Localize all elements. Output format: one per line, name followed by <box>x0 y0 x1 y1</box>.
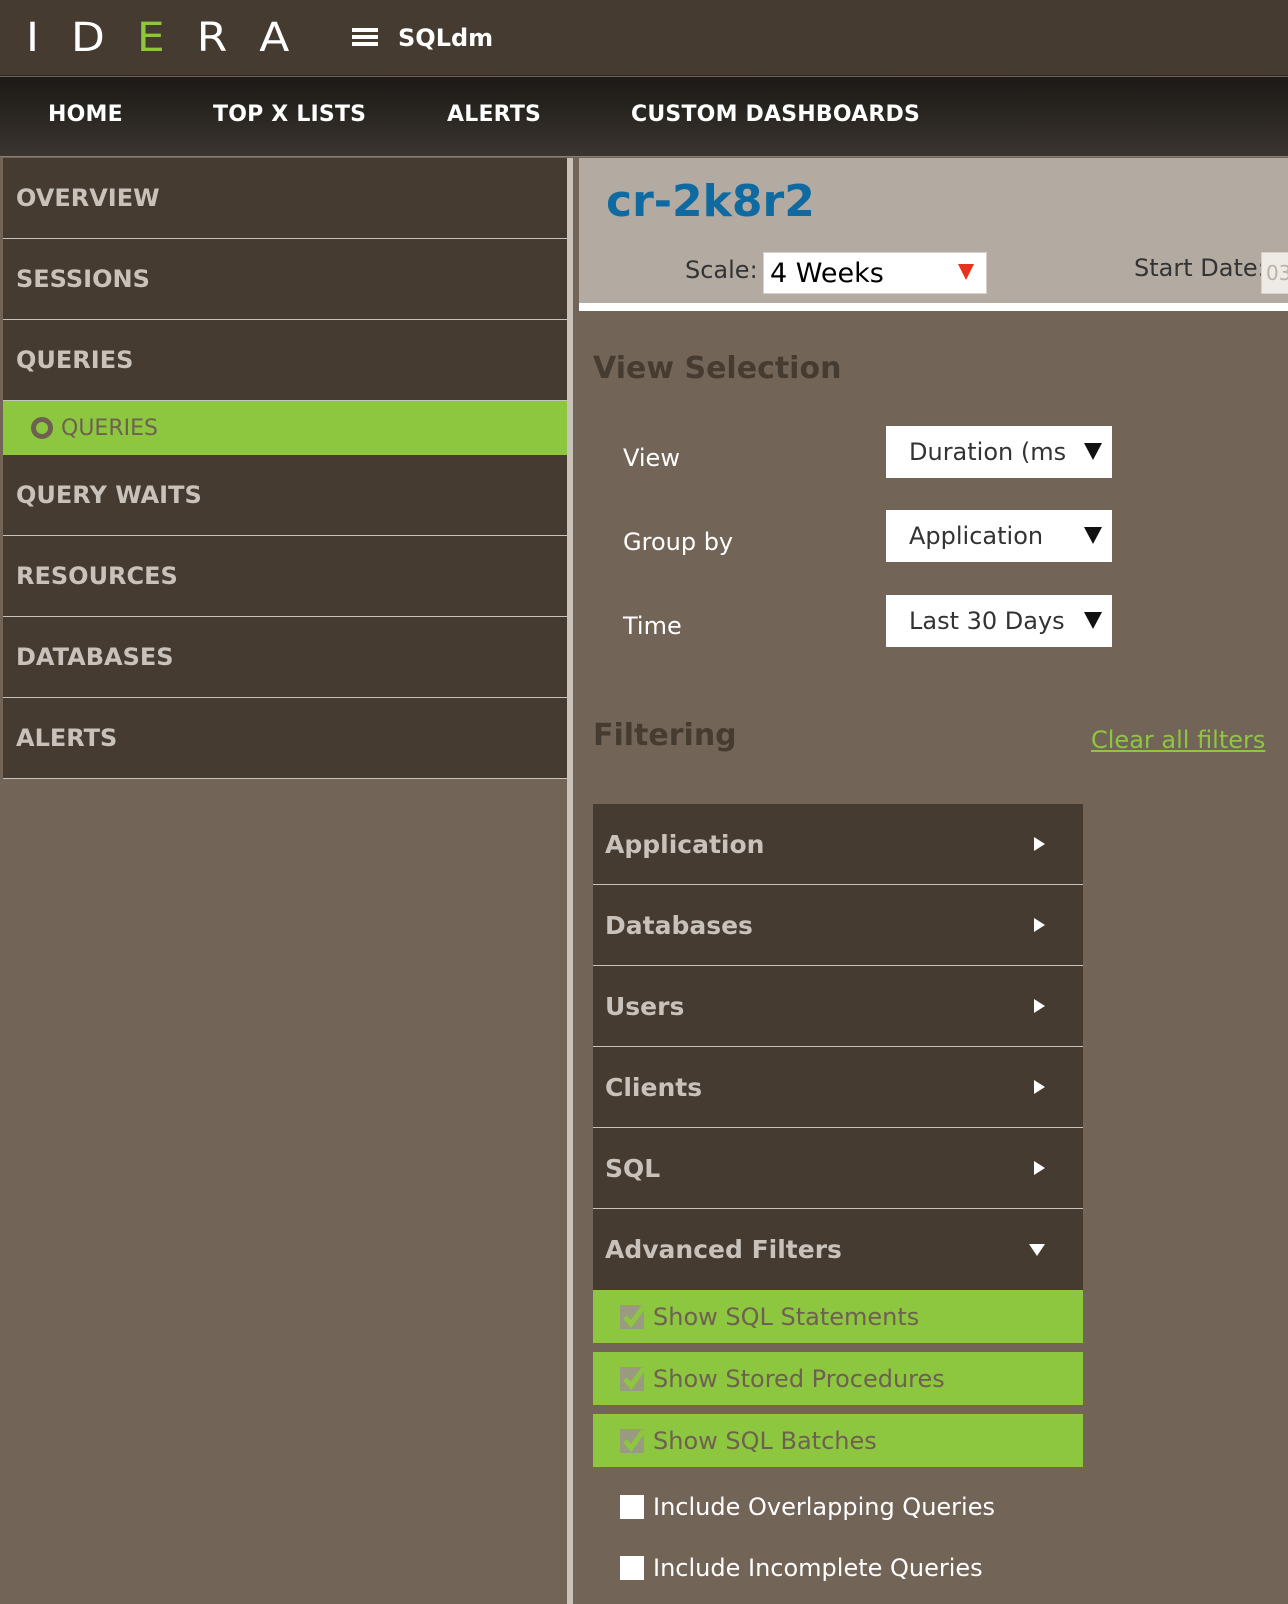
sidebar-item-databases[interactable]: DATABASES <box>3 617 567 698</box>
checkbox-checked-icon[interactable] <box>620 1304 647 1329</box>
query-options-panel: View Selection View Duration (ms Group b… <box>579 319 1288 1604</box>
hamburger-icon[interactable] <box>352 26 378 48</box>
dropdown-arrow-icon <box>1084 527 1102 544</box>
radio-ring-icon <box>31 417 53 439</box>
instance-header: cr-2k8r2 Scale: 4 Weeks Start Date: 03 <box>579 158 1288 311</box>
checkbox-unchecked-icon[interactable] <box>620 1494 644 1519</box>
expand-arrow-icon <box>1034 1080 1045 1094</box>
filter-group-label: Clients <box>605 1072 703 1102</box>
scale-label: Scale: <box>685 256 758 284</box>
top-bar: I D E R A SQLdm <box>0 0 1288 76</box>
dropdown-arrow-icon <box>958 264 974 280</box>
view-selection-heading: View Selection <box>593 351 842 386</box>
time-select-value: Last 30 Days <box>909 607 1065 635</box>
nav-alerts[interactable]: ALERTS <box>447 102 541 127</box>
sidebar: OVERVIEW SESSIONS QUERIES QUERIES QUERY … <box>3 158 573 1604</box>
nav-custom-dashboards[interactable]: CUSTOM DASHBOARDS <box>631 102 920 127</box>
show-stored-procedures-option[interactable]: Show Stored Procedures <box>593 1352 1083 1405</box>
dropdown-arrow-icon <box>1084 612 1102 629</box>
sidebar-subitem-label: QUERIES <box>61 415 158 441</box>
expand-arrow-icon <box>1034 918 1045 932</box>
logo-letter: R <box>196 14 228 61</box>
expand-arrow-icon <box>1034 1161 1045 1175</box>
clear-all-filters-link[interactable]: Clear all filters <box>1091 726 1265 754</box>
logo-letter: D <box>70 14 105 61</box>
dropdown-arrow-icon <box>1084 443 1102 460</box>
show-sql-batches-option[interactable]: Show SQL Batches <box>593 1414 1083 1467</box>
collapse-arrow-icon <box>1029 1243 1045 1256</box>
filter-group-label: Application <box>605 829 765 859</box>
idera-logo: I D E R A <box>26 14 321 61</box>
show-sql-statements-option[interactable]: Show SQL Statements <box>593 1290 1083 1343</box>
sidebar-item-sessions[interactable]: SESSIONS <box>3 239 567 320</box>
logo-letter: I <box>26 14 39 61</box>
group-by-label: Group by <box>623 528 734 556</box>
group-by-select-value: Application <box>909 522 1044 550</box>
filter-list: Application Databases Users Clients SQL … <box>593 804 1083 1598</box>
view-select-value: Duration (ms <box>909 438 1067 466</box>
option-label: Show SQL Statements <box>653 1302 920 1331</box>
logo-letter: E <box>136 14 165 61</box>
filter-group-clients[interactable]: Clients <box>593 1047 1083 1128</box>
filter-group-sql[interactable]: SQL <box>593 1128 1083 1209</box>
sidebar-item-overview[interactable]: OVERVIEW <box>3 158 567 239</box>
filter-group-label: Databases <box>605 910 753 940</box>
option-label: Show SQL Batches <box>653 1426 877 1455</box>
filter-group-databases[interactable]: Databases <box>593 885 1083 966</box>
view-select[interactable]: Duration (ms <box>886 426 1112 478</box>
option-label: Show Stored Procedures <box>653 1364 945 1393</box>
nav-top-x-lists[interactable]: TOP X LISTS <box>213 102 366 127</box>
sidebar-item-query-waits[interactable]: QUERY WAITS <box>3 455 567 536</box>
option-label: Include Incomplete Queries <box>653 1553 983 1582</box>
scale-select-value: 4 Weeks <box>770 257 884 289</box>
start-date-input[interactable]: 03 <box>1261 252 1288 294</box>
checkbox-unchecked-icon[interactable] <box>620 1555 644 1580</box>
product-name[interactable]: SQLdm <box>398 24 493 52</box>
logo-letter: A <box>259 14 290 61</box>
time-label: Time <box>623 612 682 640</box>
instance-title: cr-2k8r2 <box>606 176 815 227</box>
sidebar-subitem-queries[interactable]: QUERIES <box>3 401 567 455</box>
include-incomplete-queries-option[interactable]: Include Incomplete Queries <box>593 1537 1083 1598</box>
group-by-select[interactable]: Application <box>886 510 1112 562</box>
scale-select[interactable]: 4 Weeks <box>763 252 987 294</box>
filter-group-application[interactable]: Application <box>593 804 1083 885</box>
expand-arrow-icon <box>1034 837 1045 851</box>
filter-group-advanced-filters[interactable]: Advanced Filters <box>593 1209 1083 1290</box>
main-nav: HOME TOP X LISTS ALERTS CUSTOM DASHBOARD… <box>0 77 1288 157</box>
filter-group-label: Advanced Filters <box>605 1235 842 1264</box>
filter-group-label: SQL <box>605 1153 661 1183</box>
sidebar-item-queries[interactable]: QUERIES <box>3 320 567 401</box>
filter-group-label: Users <box>605 991 685 1021</box>
app-window: I D E R A SQLdm HOME TOP X LISTS ALERTS … <box>0 0 1288 1604</box>
option-label: Include Overlapping Queries <box>653 1492 995 1521</box>
filter-group-users[interactable]: Users <box>593 966 1083 1047</box>
start-date-label: Start Date: <box>1134 254 1266 282</box>
checkbox-checked-icon[interactable] <box>620 1428 647 1453</box>
view-label: View <box>623 444 680 472</box>
filtering-heading: Filtering <box>593 718 737 753</box>
nav-home[interactable]: HOME <box>48 102 123 127</box>
sidebar-item-resources[interactable]: RESOURCES <box>3 536 567 617</box>
time-select[interactable]: Last 30 Days <box>886 595 1112 647</box>
include-overlapping-queries-option[interactable]: Include Overlapping Queries <box>593 1476 1083 1537</box>
sidebar-item-alerts[interactable]: ALERTS <box>3 698 567 779</box>
expand-arrow-icon <box>1034 999 1045 1013</box>
checkbox-checked-icon[interactable] <box>620 1366 647 1391</box>
